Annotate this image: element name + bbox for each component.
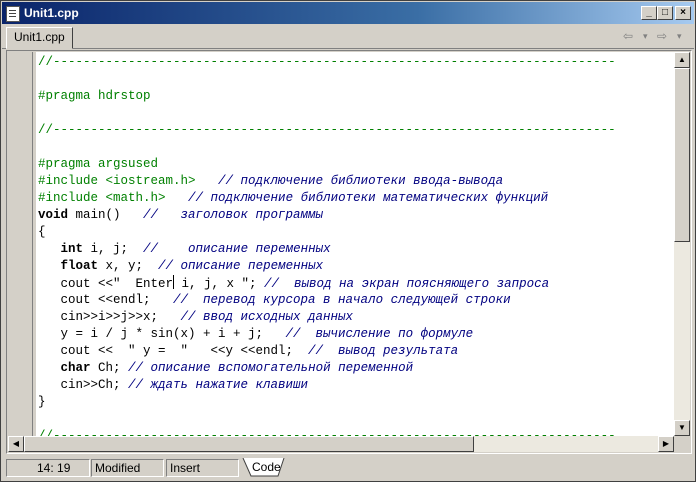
- code-line[interactable]: //--------------------------------------…: [38, 122, 616, 139]
- code-tab-label: Code: [252, 460, 281, 474]
- code-token: #include <math.h>: [38, 191, 166, 205]
- code-token: {: [38, 225, 46, 239]
- insert-mode-indicator: Insert: [166, 459, 239, 477]
- code-line[interactable]: #include <iostream.h> // подключение биб…: [38, 173, 503, 190]
- code-line[interactable]: }: [38, 394, 46, 411]
- code-view-tab[interactable]: Code: [242, 458, 285, 477]
- close-button[interactable]: ×: [675, 6, 691, 20]
- code-token: // описание переменных: [158, 259, 324, 273]
- code-token: //--------------------------------------…: [38, 55, 616, 69]
- window-title: Unit1.cpp: [24, 6, 79, 20]
- back-arrow-icon[interactable]: ⇦: [623, 29, 633, 45]
- code-token: cout <<" Enter: [38, 277, 174, 291]
- code-token: float: [60, 259, 99, 273]
- gutter-divider: [32, 52, 33, 436]
- horizontal-scrollbar[interactable]: ◀ ▶: [8, 436, 674, 452]
- code-token: // описание переменных: [143, 242, 331, 256]
- code-token: void: [38, 208, 69, 222]
- code-token: main(): [68, 208, 144, 222]
- code-token: #include <iostream.h>: [38, 174, 196, 188]
- code-token: // вывод результата: [308, 344, 459, 358]
- code-token: //--------------------------------------…: [38, 429, 616, 436]
- code-line[interactable]: #pragma hdrstop: [38, 88, 151, 105]
- code-token: // подключение библиотеки ввода-вывода: [218, 174, 504, 188]
- code-token: int: [60, 242, 84, 256]
- code-token: #pragma hdrstop: [38, 89, 151, 103]
- code-token: // вычисление по формуле: [285, 327, 474, 341]
- code-token: // описание вспомогательной переменной: [128, 361, 414, 375]
- code-line[interactable]: cout <<" Enter i, j, x "; // вывод на эк…: [38, 275, 549, 292]
- code-token: // ждать нажатие клавиши: [128, 378, 309, 392]
- cursor-position: 14: 19: [6, 459, 90, 477]
- code-line[interactable]: //--------------------------------------…: [38, 54, 616, 71]
- horizontal-scroll-thumb[interactable]: [24, 436, 474, 452]
- code-editor[interactable]: //--------------------------------------…: [36, 52, 674, 436]
- code-line[interactable]: char Ch; // описание вспомогательной пер…: [38, 360, 414, 377]
- code-token: cout << " y = " <<y <<endl;: [38, 344, 309, 358]
- code-token: char: [60, 361, 91, 375]
- code-line[interactable]: float x, y; // описание переменных: [38, 258, 324, 275]
- editor-frame: //--------------------------------------…: [6, 50, 692, 454]
- code-token: // заголовок программы: [143, 208, 324, 222]
- code-token: #pragma argsused: [38, 157, 159, 171]
- code-line[interactable]: void main() // заголовок программы: [38, 207, 323, 224]
- code-token: x, y;: [98, 259, 159, 273]
- minimize-button[interactable]: _: [641, 6, 657, 20]
- code-token: //--------------------------------------…: [38, 123, 616, 137]
- vertical-scroll-thumb[interactable]: [674, 68, 690, 242]
- modified-indicator: Modified: [91, 459, 164, 477]
- forward-dropdown-icon[interactable]: ▾: [677, 31, 682, 47]
- code-token: i, j;: [83, 242, 144, 256]
- code-line[interactable]: y = i / j * sin(x) + i + j; // вычислени…: [38, 326, 474, 343]
- tab-unit1-cpp[interactable]: Unit1.cpp: [6, 27, 73, 49]
- scroll-up-button[interactable]: ▲: [674, 52, 690, 68]
- code-token: // подключение библиотеки математических…: [188, 191, 549, 205]
- code-token: // ввод исходных данных: [180, 310, 354, 324]
- code-token: // перевод курсора в начало следующей ст…: [173, 293, 511, 307]
- code-line[interactable]: #include <math.h> // подключение библиот…: [38, 190, 548, 207]
- vertical-scrollbar[interactable]: ▲ ▼: [674, 52, 690, 436]
- code-line[interactable]: cout << " y = " <<y <<endl; // вывод рез…: [38, 343, 459, 360]
- scrollbar-corner: [674, 436, 690, 452]
- code-token: cin>>Ch;: [38, 378, 129, 392]
- code-line[interactable]: //--------------------------------------…: [38, 428, 616, 436]
- scroll-right-button[interactable]: ▶: [658, 436, 674, 452]
- code-line[interactable]: cin>>Ch; // ждать нажатие клавиши: [38, 377, 309, 394]
- scroll-down-button[interactable]: ▼: [674, 420, 690, 436]
- code-line[interactable]: cin>>i>>j>>x; // ввод исходных данных: [38, 309, 354, 326]
- code-token: i, j, x ";: [174, 277, 265, 291]
- maximize-button[interactable]: □: [657, 6, 673, 20]
- tab-bar: Unit1.cpp ⇦ ▾ ⇨ ▾: [2, 25, 694, 49]
- scroll-left-button[interactable]: ◀: [8, 436, 24, 452]
- code-token: }: [38, 395, 46, 409]
- code-token: cout <<endl;: [38, 293, 174, 307]
- code-line[interactable]: #pragma argsused: [38, 156, 158, 173]
- forward-arrow-icon[interactable]: ⇨: [657, 29, 667, 45]
- code-token: cin>>i>>j>>x;: [38, 310, 181, 324]
- back-dropdown-icon[interactable]: ▾: [643, 31, 648, 47]
- code-line[interactable]: {: [38, 224, 46, 241]
- code-token: Ch;: [90, 361, 129, 375]
- document-icon: [6, 6, 20, 22]
- status-bar: 14: 19 Modified Insert Code: [2, 456, 694, 480]
- ide-window: Unit1.cpp _ □ × Unit1.cpp ⇦ ▾ ⇨ ▾ //----…: [0, 0, 696, 482]
- code-token: y = i / j * sin(x) + i + j;: [38, 327, 286, 341]
- code-token: // вывод на экран поясняющего запроса: [264, 277, 550, 291]
- title-bar[interactable]: Unit1.cpp _ □ ×: [2, 2, 694, 24]
- code-line[interactable]: int i, j; // описание переменных: [38, 241, 331, 258]
- gutter[interactable]: [8, 52, 36, 436]
- code-line[interactable]: cout <<endl; // перевод курсора в начало…: [38, 292, 511, 309]
